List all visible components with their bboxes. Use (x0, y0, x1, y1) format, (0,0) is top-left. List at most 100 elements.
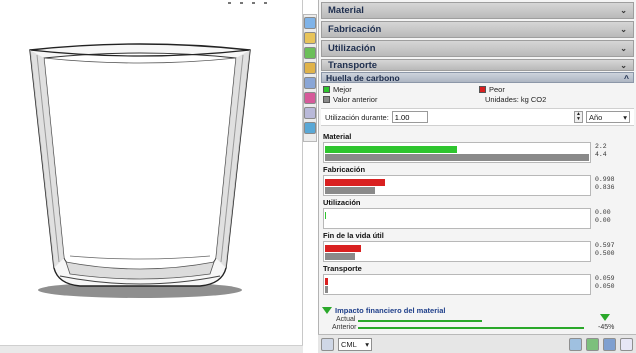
metric-bar-track (323, 142, 591, 163)
legend-worse-label: Peor (489, 85, 505, 94)
folder-tab-icon[interactable] (304, 62, 316, 74)
impact-percent: -45% (598, 324, 615, 331)
section-fabricacion[interactable]: Fabricación ⌄ (321, 21, 634, 38)
custom-properties-tab-icon[interactable] (304, 107, 316, 119)
previous-swatch (323, 96, 330, 103)
metric-block: Transporte 0.059 0.050 (323, 264, 632, 297)
sustainability-panel: Material ⌄ Fabricación ⌄ Utilización ⌄ T… (318, 0, 636, 353)
previous-value-bar (325, 154, 589, 161)
impact-down-arrow-icon (600, 314, 610, 321)
bottom-toolbar: CML ▾ (318, 334, 636, 353)
previous-value: 0.500 (595, 250, 615, 257)
metric-values: 2.2 4.4 (595, 143, 607, 159)
save-icon[interactable] (603, 337, 616, 351)
usage-unit-select[interactable]: Año ▾ (586, 111, 630, 123)
worse-swatch (479, 86, 486, 93)
viewport-status-strip (0, 345, 303, 353)
metric-block: Fabricación 0.998 0.836 (323, 165, 632, 198)
chevron-down-icon[interactable]: ⌄ (620, 6, 627, 15)
metric-values: 0.00 0.00 (595, 209, 611, 225)
impact-actual-line (358, 320, 482, 322)
current-value: 0.00 (595, 209, 611, 216)
task-pane-tabs (303, 14, 317, 142)
metric-bar-track (323, 175, 591, 196)
section-material[interactable]: Material ⌄ (321, 2, 634, 19)
metric-block: Fin de la vida útil 0.597 0.500 (323, 231, 632, 264)
appearance-tab-icon[interactable] (304, 92, 316, 104)
metric-values: 0.597 0.500 (595, 242, 615, 258)
usage-row: Utilización durante: ▲▼ Año ▾ (321, 108, 634, 126)
compare-icon[interactable] (586, 337, 599, 351)
metric-title: Fabricación (323, 165, 366, 174)
chevron-down-icon[interactable]: ⌄ (620, 25, 627, 34)
legend-previous-label: Valor anterior (333, 95, 378, 104)
metric-title: Transporte (323, 264, 362, 273)
previous-value: 4.4 (595, 151, 607, 158)
dropdown-arrow-icon: ▾ (623, 112, 627, 122)
section-utilizacion[interactable]: Utilización ⌄ (321, 40, 634, 57)
section-transporte[interactable]: Transporte ⌄ (321, 59, 634, 71)
report-icon[interactable] (569, 337, 582, 351)
sustainability-tab-icon[interactable] (304, 122, 316, 134)
current-value: 2.2 (595, 143, 607, 150)
chevron-up-icon[interactable]: ^ (624, 73, 629, 83)
resources-tab-icon[interactable] (304, 17, 316, 29)
usage-label: Utilización durante: (325, 112, 389, 122)
impact-previous-line (358, 327, 584, 329)
previous-value-bar (325, 286, 328, 293)
previous-value: 0.050 (595, 283, 615, 290)
chevron-down-icon[interactable]: ⌄ (620, 44, 627, 53)
metric-block: Material 2.2 4.4 (323, 132, 632, 165)
funnel-icon (322, 307, 332, 314)
legend-better-label: Mejor (333, 85, 352, 94)
previous-value: 0.00 (595, 217, 611, 224)
section-label: Utilización (328, 43, 376, 54)
model-viewport[interactable] (0, 0, 303, 353)
usage-unit-value: Año (589, 112, 603, 122)
home-icon[interactable] (321, 337, 334, 351)
section-label: Transporte (328, 59, 378, 71)
method-select[interactable]: CML ▾ (338, 337, 372, 351)
metric-values: 0.998 0.836 (595, 176, 615, 192)
impact-actual-label: Actual (336, 316, 356, 323)
impact-title: Impacto financiero del material (335, 306, 446, 315)
current-value-bar (325, 212, 326, 219)
legend-previous: Valor anterior (323, 95, 377, 104)
glass-model (29, 2, 267, 298)
huella-header[interactable]: Huella de carbono ^ (321, 72, 634, 83)
previous-value-bar (325, 253, 355, 260)
explorer-tab-icon[interactable] (304, 47, 316, 59)
better-swatch (323, 86, 330, 93)
legend-units: Unidades: kg CO2 (485, 95, 546, 104)
metric-bar-track (323, 241, 591, 262)
dropdown-arrow-icon: ▾ (365, 339, 369, 349)
units-label: Unidades: kg CO2 (485, 95, 547, 104)
impact-title-row: Impacto financiero del material (322, 306, 445, 315)
huella-title: Huella de carbono (326, 72, 400, 83)
metric-title: Fin de la vida útil (323, 231, 384, 240)
financial-impact: Impacto financiero del material Actual A… (318, 305, 636, 335)
help-icon[interactable] (620, 337, 633, 351)
current-value: 0.059 (595, 275, 615, 282)
current-value: 0.998 (595, 176, 615, 183)
previous-value: 0.836 (595, 184, 615, 191)
current-value-bar (325, 245, 361, 252)
previous-value-bar (325, 187, 375, 194)
legend-better: Mejor (323, 85, 352, 94)
metrics-list: Material 2.2 4.4 Fabricación 0.998 0.836 Utili… (319, 132, 636, 297)
current-value-bar (325, 146, 457, 153)
view-palette-tab-icon[interactable] (304, 77, 316, 89)
legend: Mejor Peor Valor anterior Unidades: kg C… (321, 84, 634, 106)
metric-title: Material (323, 132, 352, 141)
current-value-bar (325, 278, 328, 285)
metric-block: Utilización 0.00 0.00 (323, 198, 632, 231)
section-label: Fabricación (328, 24, 382, 35)
impact-previous-label: Anterior (332, 324, 357, 331)
legend-worse: Peor (479, 85, 505, 94)
current-value-bar (325, 179, 385, 186)
library-tab-icon[interactable] (304, 32, 316, 44)
usage-duration-input[interactable] (391, 111, 428, 123)
usage-spinner[interactable]: ▲ ▼ (574, 111, 583, 123)
metric-bar-track (323, 274, 591, 295)
chevron-down-icon[interactable]: ⌄ (620, 61, 627, 70)
